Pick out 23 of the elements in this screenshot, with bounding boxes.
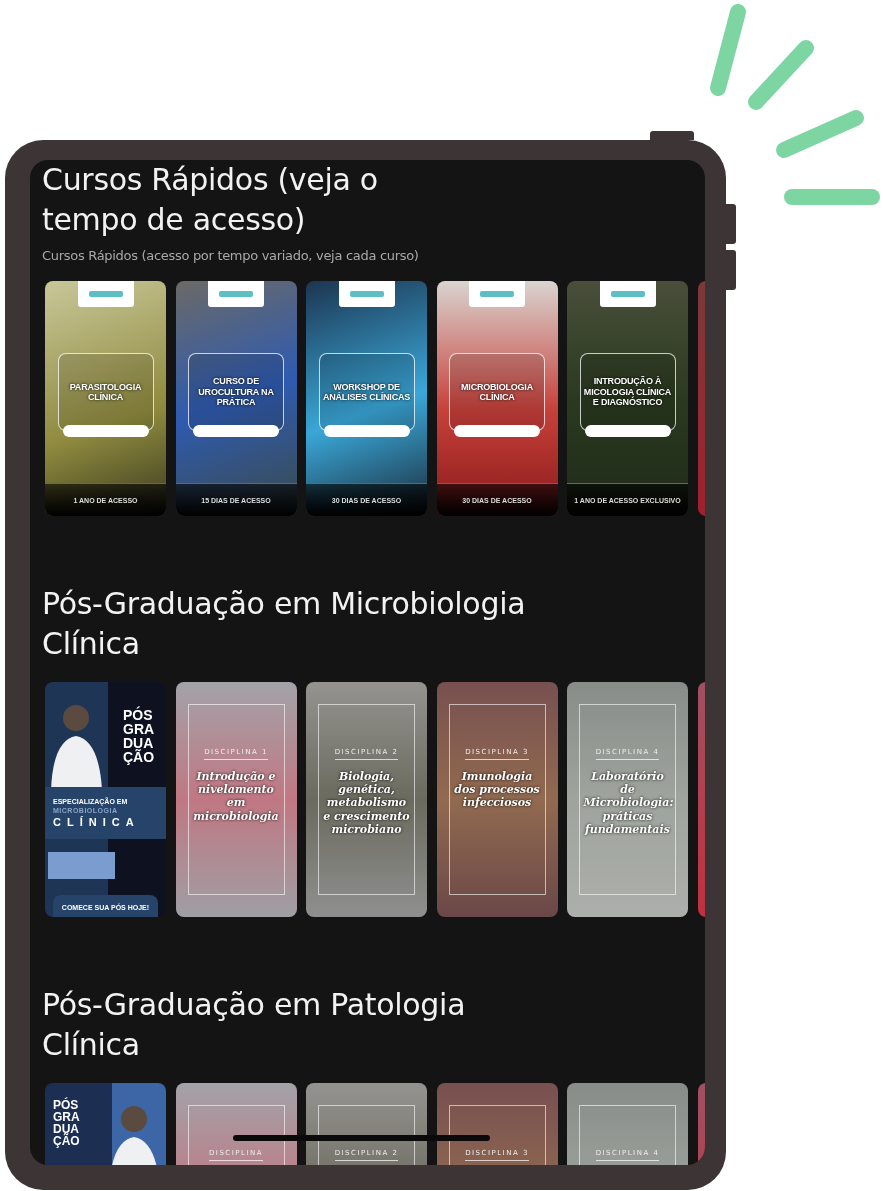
section-subtitle: Cursos Rápidos (acesso por tempo variado, veja cada curso)	[42, 248, 420, 263]
discipline-title: Laboratório de Microbiologia: práticas fundamentais	[583, 770, 672, 836]
course-title: INTRODUÇÃO À MICOLOGIA CLÍNICA E DIAGNÓSTICO	[583, 376, 672, 408]
discipline-title: Biologia, genética, metabolismo e crescimento microbiano	[322, 770, 411, 836]
course-title: MICROBIOLOGIA CLÍNICA	[460, 381, 534, 403]
course-title: WORKSHOP DE ANÁLISES CLÍNICAS	[322, 381, 411, 403]
logo-icon	[208, 281, 264, 307]
course-title: PARASITOLOGIA CLÍNICA	[68, 381, 143, 403]
logo-icon	[338, 281, 395, 307]
section-title: Pós-Graduação em Microbiologia Clínica	[42, 585, 527, 663]
section-title: Pós-Graduação em Patologia Clínica	[42, 986, 467, 1064]
section-title: Cursos Rápidos (veja o tempo de acesso)	[42, 161, 379, 239]
logo-icon	[77, 281, 134, 307]
poster-text: CLÍNICA	[53, 816, 141, 828]
course-title: CURSO DE UROCULTURA NA PRÁTICA	[197, 376, 275, 408]
discipline-title: Imunologia dos processos infecciosos	[453, 770, 541, 810]
poster-headline: PÓS GRA DUA ÇÃO	[53, 1099, 81, 1147]
info-box	[48, 852, 115, 879]
discipline-title: Introdução e nivelamento em microbiologia	[192, 770, 280, 823]
course-card[interactable]: PÓS GRA DUA ÇÃO	[45, 1083, 166, 1165]
logo-icon	[469, 281, 525, 307]
logo-icon	[599, 281, 656, 307]
poster-headline: PÓS GRA DUA ÇÃO	[123, 708, 156, 764]
